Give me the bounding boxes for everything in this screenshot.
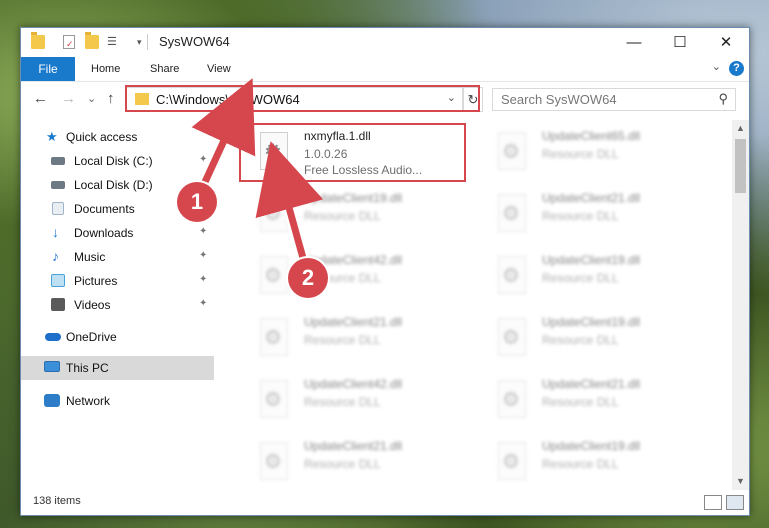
annotation-arrows [191, 78, 324, 260]
step-marker-2: 2 [288, 258, 328, 298]
arrow-1 [191, 78, 256, 184]
arrow-2 [255, 141, 324, 259]
step-marker-1: 1 [177, 182, 217, 222]
